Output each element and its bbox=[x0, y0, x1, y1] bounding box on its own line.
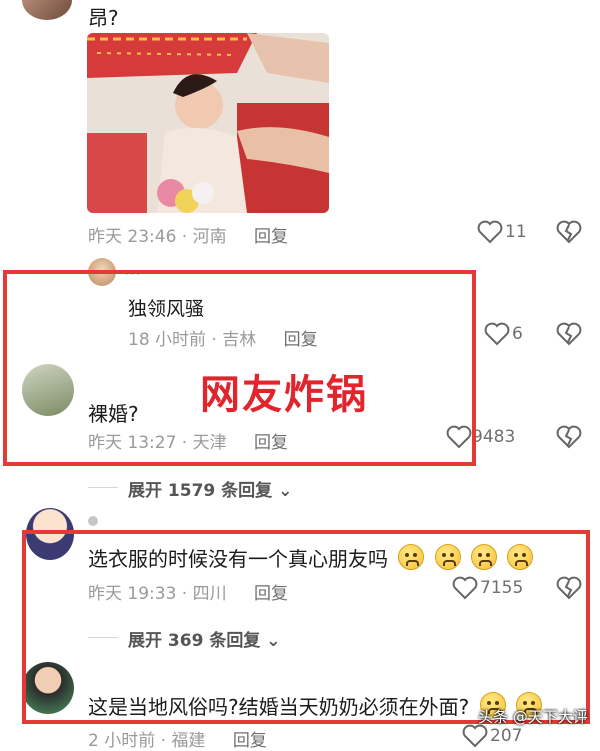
watermark: 头条 @天下大评 bbox=[478, 708, 588, 726]
like-count: 11 bbox=[505, 222, 527, 242]
chevron-down-icon: ⌄ bbox=[278, 481, 293, 501]
comment-time: 2 小时前 · 福建 bbox=[88, 731, 206, 751]
highlight-box bbox=[3, 270, 476, 466]
expand-replies-label: 展开 1579 条回复 bbox=[128, 481, 273, 501]
comment-time: 昨天 23:46 · 河南 bbox=[88, 227, 227, 247]
reply-button[interactable]: 回复 bbox=[254, 227, 288, 247]
like-count: 207 bbox=[490, 726, 523, 746]
heart-icon[interactable] bbox=[477, 220, 503, 244]
broken-heart-icon[interactable] bbox=[556, 220, 582, 244]
like-count: 6 bbox=[512, 324, 523, 344]
heart-icon[interactable] bbox=[462, 724, 488, 748]
comment-text: 昂? bbox=[88, 6, 119, 30]
broken-heart-icon[interactable] bbox=[556, 322, 582, 346]
highlight-box bbox=[22, 530, 590, 724]
comment-meta: 昨天 23:46 · 河南 回复 bbox=[88, 222, 288, 247]
expand-replies-button[interactable]: 展开 1579 条回复 ⌄ bbox=[128, 476, 292, 501]
broken-heart-icon[interactable] bbox=[556, 425, 582, 449]
heart-icon[interactable] bbox=[484, 322, 510, 346]
divider bbox=[88, 487, 118, 488]
reply-button[interactable]: 回复 bbox=[233, 731, 267, 751]
comment-photo[interactable] bbox=[87, 33, 329, 213]
commenter-avatar[interactable] bbox=[22, 0, 72, 20]
like-count: 9483 bbox=[472, 427, 516, 447]
comment-meta: 2 小时前 · 福建 回复 bbox=[88, 726, 267, 751]
commenter-name bbox=[88, 516, 98, 526]
